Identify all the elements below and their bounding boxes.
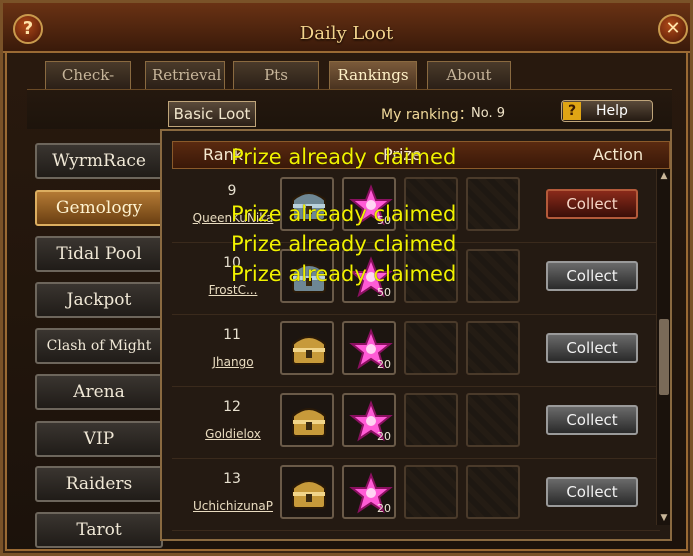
prize-claimed-notice: Prize already claimed <box>231 232 457 256</box>
rank-number: 9 <box>227 183 237 199</box>
collect-button[interactable]: Collect <box>546 189 638 219</box>
tab-retrieval[interactable]: Retrieval <box>145 61 225 89</box>
rank-number: 12 <box>223 399 241 415</box>
help-button[interactable]: ? Help <box>561 100 653 122</box>
prize-claimed-notice: Prize already claimed <box>231 262 457 286</box>
tab-pts-chest[interactable]: Pts Chest <box>233 61 319 110</box>
sidebar-item-vip[interactable]: VIP <box>35 421 163 457</box>
close-icon[interactable]: ✕ <box>658 14 688 44</box>
scrollbar[interactable]: ▲ ▼ <box>656 169 670 525</box>
chest-icon <box>292 480 326 509</box>
sidebar-item-arena[interactable]: Arena <box>35 374 163 410</box>
gem-count: 50 <box>377 286 391 299</box>
empty-reward-slot <box>466 249 520 303</box>
chest-icon <box>292 408 326 437</box>
player-name-link[interactable]: UchichizunaP <box>172 499 294 513</box>
chest-reward-slot <box>280 465 334 519</box>
gem-reward-slot: 20 <box>342 393 396 447</box>
gem-count: 20 <box>377 430 391 443</box>
rank-number: 11 <box>223 327 241 343</box>
table-row: 13 UchichizunaP 20 Collect <box>172 459 660 531</box>
player-name-link[interactable]: Goldielox <box>172 427 294 441</box>
my-ranking-label: My ranking： <box>381 107 473 123</box>
empty-reward-slot <box>466 177 520 231</box>
sidebar-item-wyrmrace[interactable]: WyrmRace <box>35 143 163 179</box>
table-row: 12 Goldielox 20 Collect <box>172 387 660 459</box>
tab-about[interactable]: About <box>427 61 511 89</box>
rankings-panel: Rank Prize Action 9 QueenKuNika 50 Collect… <box>160 129 672 541</box>
empty-reward-slot <box>466 321 520 375</box>
collect-button[interactable]: Collect <box>546 261 638 291</box>
help-button-label: Help <box>596 103 628 119</box>
scroll-thumb[interactable] <box>659 319 669 395</box>
help-icon[interactable]: ? <box>13 14 43 44</box>
collect-button[interactable]: Collect <box>546 405 638 435</box>
chest-reward-slot <box>280 393 334 447</box>
collect-button[interactable]: Collect <box>546 333 638 363</box>
daily-loot-window: Daily Loot ? ✕ Check-ins Retrieval Pts C… <box>0 0 693 556</box>
gem-count: 20 <box>377 502 391 515</box>
sidebar-item-gemology[interactable]: Gemology <box>35 190 163 226</box>
gem-reward-slot: 20 <box>342 321 396 375</box>
prize-claimed-notice: Prize already claimed <box>231 145 457 169</box>
question-icon: ? <box>563 102 581 120</box>
empty-reward-slot <box>466 465 520 519</box>
scroll-up-icon[interactable]: ▲ <box>659 171 669 181</box>
sidebar-item-tidal-pool[interactable]: Tidal Pool <box>35 236 163 272</box>
header-action: Action <box>593 145 644 164</box>
collect-button[interactable]: Collect <box>546 477 638 507</box>
scroll-down-icon[interactable]: ▼ <box>659 513 669 523</box>
player-name-link[interactable]: Jhango <box>172 355 294 369</box>
my-ranking-value: No. 9 <box>471 106 505 121</box>
chest-reward-slot <box>280 321 334 375</box>
title-bar: Daily Loot <box>3 3 690 53</box>
window-title: Daily Loot <box>299 23 394 44</box>
gem-count: 20 <box>377 358 391 371</box>
empty-reward-slot <box>404 465 458 519</box>
basic-loot-button[interactable]: Basic Loot <box>168 101 256 127</box>
tab-rankings[interactable]: Rankings <box>329 61 417 89</box>
rank-number: 13 <box>223 471 241 487</box>
sidebar-item-jackpot[interactable]: Jackpot <box>35 282 163 318</box>
tab-check-ins[interactable]: Check-ins <box>45 61 131 110</box>
empty-reward-slot <box>404 321 458 375</box>
empty-reward-slot <box>466 393 520 447</box>
empty-reward-slot <box>404 393 458 447</box>
sidebar-item-clash-of-might[interactable]: Clash of Might <box>35 328 163 364</box>
table-row: 11 Jhango 20 Collect <box>172 315 660 387</box>
chest-icon <box>292 336 326 365</box>
sidebar-item-tarot[interactable]: Tarot <box>35 512 163 548</box>
gem-reward-slot: 20 <box>342 465 396 519</box>
prize-claimed-notice: Prize already claimed <box>231 202 457 226</box>
sidebar-item-raiders[interactable]: Raiders <box>35 466 163 502</box>
